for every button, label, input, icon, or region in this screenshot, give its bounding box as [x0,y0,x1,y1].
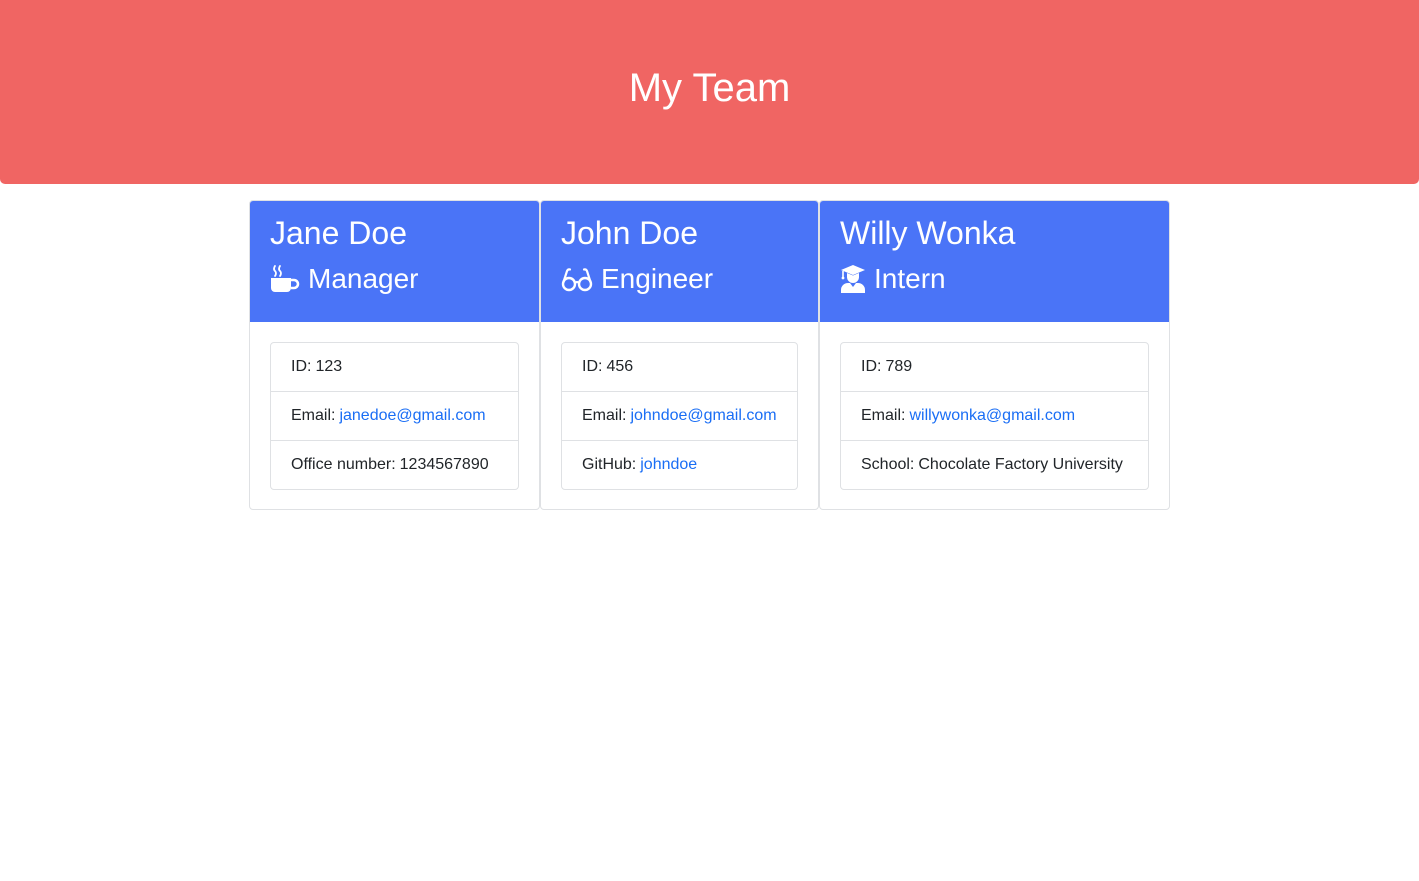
id-label: ID: [582,358,603,375]
id-row: ID: 789 [841,343,1148,392]
card-body: ID: 789 Email: willywonka@gmail.com Scho… [820,322,1169,490]
id-label: ID: [861,358,882,375]
employee-details: ID: 456 Email: johndoe@gmail.com GitHub:… [561,342,798,490]
email-link[interactable]: janedoe@gmail.com [339,407,485,425]
employee-details: ID: 789 Email: willywonka@gmail.com Scho… [840,342,1149,490]
employee-name: Jane Doe [270,215,407,251]
mug-hot-icon [270,264,300,294]
email-label: Email: [582,407,627,424]
github-label: GitHub: [582,456,637,473]
office-number-label: Office number: [291,456,396,473]
id-value: 456 [606,358,634,375]
school-label: School: [861,456,915,473]
employee-card-engineer: John Doe Engineer ID: 456 Email: johndoe… [540,200,819,510]
id-row: ID: 456 [562,343,797,392]
card-body: ID: 456 Email: johndoe@gmail.com GitHub:… [541,322,818,490]
team-header: My Team [0,0,1419,184]
employee-card-manager: Jane Doe Manager ID: 123 Email: janedoe@… [249,200,540,510]
email-row: Email: janedoe@gmail.com [271,392,518,441]
employee-role: Engineer [561,261,798,297]
email-row: Email: willywonka@gmail.com [841,392,1148,441]
id-value: 789 [885,358,913,375]
employee-name: Willy Wonka [840,215,1016,251]
email-link[interactable]: willywonka@gmail.com [909,407,1075,425]
email-label: Email: [291,407,336,424]
github-row: GitHub: johndoe [562,441,797,489]
school-row: School: Chocolate Factory University [841,441,1148,489]
school-value: Chocolate Factory University [918,456,1123,473]
card-body: ID: 123 Email: janedoe@gmail.com Office … [250,322,539,490]
role-label: Engineer [601,263,714,294]
email-row: Email: johndoe@gmail.com [562,392,797,441]
office-number-row: Office number: 1234567890 [271,441,518,489]
id-label: ID: [291,358,312,375]
employee-name: John Doe [561,215,698,251]
card-header: Jane Doe Manager [250,201,539,322]
role-label: Intern [874,263,946,294]
employee-role: Intern [840,261,1149,297]
glasses-icon [561,264,593,294]
github-link[interactable]: johndoe [640,456,697,474]
user-graduate-icon [840,264,866,294]
email-label: Email: [861,407,906,424]
page-title: My Team [628,65,791,110]
employee-card-intern: Willy Wonka Intern ID: 789 Email: willyw… [819,200,1170,510]
email-link[interactable]: johndoe@gmail.com [630,407,776,425]
employee-details: ID: 123 Email: janedoe@gmail.com Office … [270,342,519,490]
id-row: ID: 123 [271,343,518,392]
card-header: Willy Wonka Intern [820,201,1169,322]
id-value: 123 [315,358,343,375]
office-number-value: 1234567890 [399,456,489,473]
role-label: Manager [308,263,419,294]
employee-role: Manager [270,261,519,297]
card-header: John Doe Engineer [541,201,818,322]
